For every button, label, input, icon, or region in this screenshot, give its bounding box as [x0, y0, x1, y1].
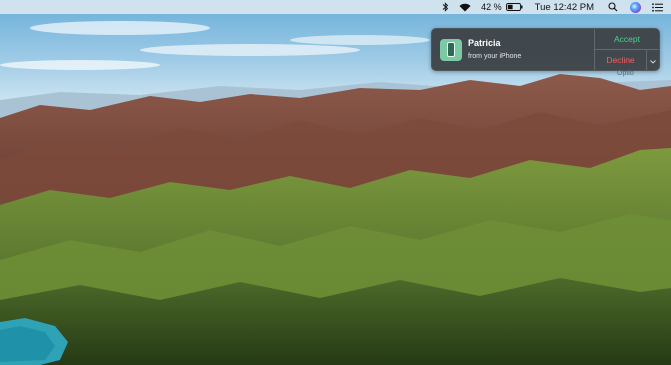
- iphone-continuity-icon: [440, 39, 462, 61]
- bluetooth-icon[interactable]: [442, 0, 449, 14]
- decline-row: Decline: [595, 50, 659, 70]
- decline-button[interactable]: Decline: [595, 50, 646, 70]
- battery-percentage: 42 %: [481, 2, 502, 12]
- menu-bar: 42 % Tue 12:42 PM: [0, 0, 671, 14]
- options-chevron-button[interactable]: [646, 50, 659, 70]
- spotlight-search-icon[interactable]: [608, 0, 618, 14]
- siri-icon[interactable]: [630, 0, 641, 14]
- accept-button[interactable]: Accept: [595, 29, 659, 50]
- options-tooltip-peek: Optio: [617, 70, 634, 77]
- notification-actions: Accept Decline: [594, 29, 659, 70]
- menu-bar-clock[interactable]: Tue 12:42 PM: [535, 0, 594, 14]
- notification-center-icon[interactable]: [652, 0, 663, 14]
- chevron-down-icon: [650, 51, 656, 69]
- notification-title: Patricia: [468, 38, 501, 48]
- battery-status[interactable]: 42 %: [481, 0, 523, 14]
- notification-content: Patricia from your iPhone: [468, 29, 594, 70]
- incoming-call-notification[interactable]: Patricia from your iPhone Accept Decline: [431, 28, 660, 71]
- battery-icon: [505, 3, 523, 11]
- wifi-icon[interactable]: [459, 0, 471, 14]
- notification-subtitle: from your iPhone: [468, 53, 522, 60]
